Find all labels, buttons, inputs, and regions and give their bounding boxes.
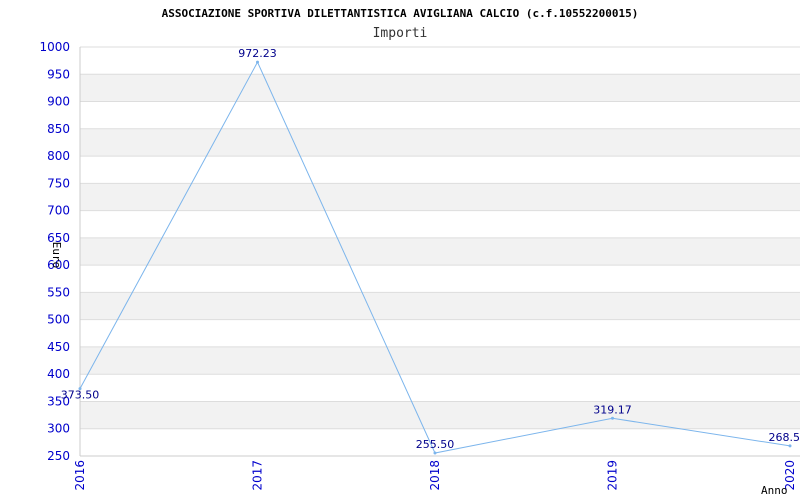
y-tick-label: 850 xyxy=(47,122,70,136)
y-tick-label: 1000 xyxy=(39,40,70,54)
grid-band xyxy=(80,401,800,429)
data-point xyxy=(788,444,792,448)
grid-band xyxy=(80,237,800,266)
data-label: 255.50 xyxy=(416,438,455,451)
x-axis-label: Anno xyxy=(761,484,788,497)
y-tick-label: 700 xyxy=(47,204,70,218)
y-tick-label: 750 xyxy=(47,176,70,190)
data-point xyxy=(256,60,259,64)
line-chart: 2503003504004505005506006507007508008509… xyxy=(39,7,800,497)
grid-band xyxy=(80,74,800,102)
y-tick-label: 550 xyxy=(47,285,70,299)
data-point xyxy=(611,416,614,420)
grid-band xyxy=(80,292,800,320)
y-tick-label: 400 xyxy=(47,367,70,381)
y-tick-label: 300 xyxy=(47,422,70,436)
y-axis-label: Euro xyxy=(50,242,63,269)
chart-subtitle: Importi xyxy=(373,26,428,41)
data-label: 972.23 xyxy=(238,47,277,60)
x-tick-label: 2017 xyxy=(251,460,265,491)
y-tick-label: 950 xyxy=(47,67,70,81)
x-axis-ticks: 2016 2017 2018 2019 2020 xyxy=(73,460,797,491)
grid-bands xyxy=(80,74,800,429)
grid-band xyxy=(80,128,800,157)
grid-band xyxy=(80,183,800,211)
chart-title: ASSOCIAZIONE SPORTIVA DILETTANTISTICA AV… xyxy=(162,7,639,20)
data-label: 319.17 xyxy=(593,403,632,416)
y-tick-label: 500 xyxy=(47,313,70,327)
y-tick-label: 800 xyxy=(47,149,70,163)
grid-band xyxy=(80,346,800,375)
y-tick-label: 250 xyxy=(47,449,70,463)
data-label: 373.50 xyxy=(61,389,100,402)
data-label: 268.5 xyxy=(769,431,800,444)
x-tick-label: 2018 xyxy=(428,460,442,491)
y-tick-label: 900 xyxy=(47,95,70,109)
data-point xyxy=(433,451,437,455)
y-tick-label: 450 xyxy=(47,340,70,354)
x-tick-label: 2019 xyxy=(606,460,620,491)
x-tick-label: 2016 xyxy=(73,460,87,491)
